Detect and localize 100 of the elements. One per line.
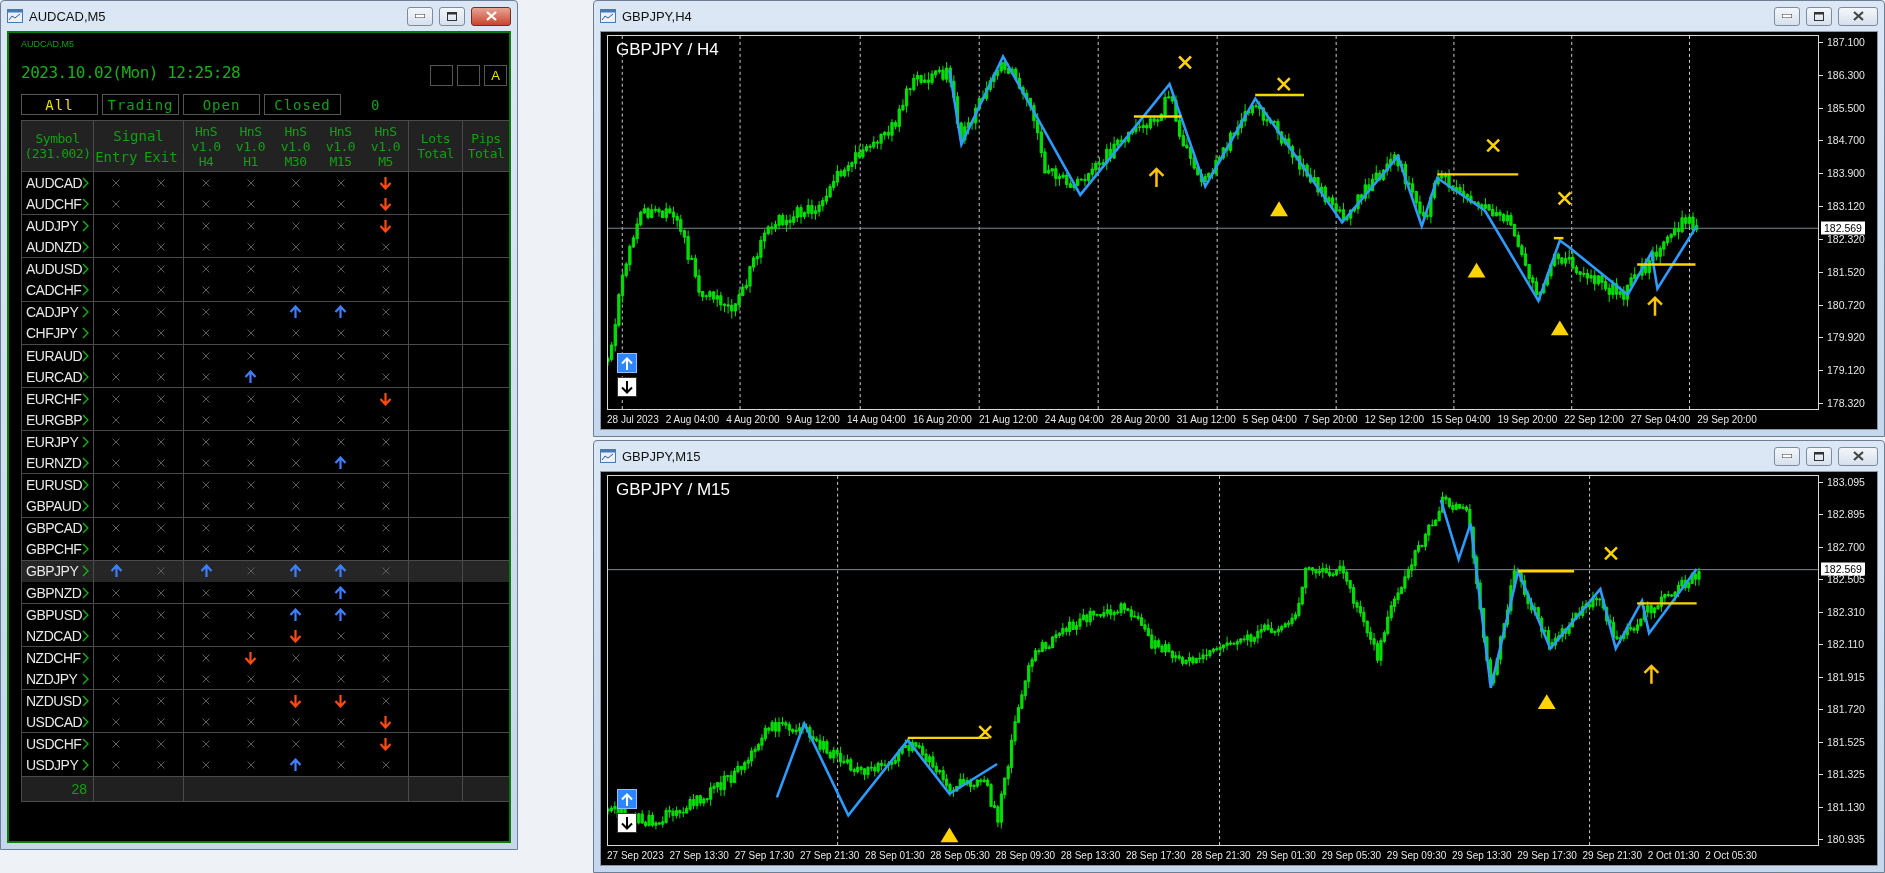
- price-tick-label: 184.700: [1819, 133, 1877, 148]
- column-header: HnS v1.0 H1: [228, 121, 273, 172]
- symbol-name: USDCAD: [26, 714, 83, 731]
- close-button[interactable]: [471, 6, 511, 26]
- minimize-button[interactable]: [1774, 446, 1800, 466]
- triangle-marker-icon: [1270, 201, 1288, 217]
- current-price-label: 182.569: [1821, 221, 1865, 235]
- time-tick-label: 28 Sep 01:30: [865, 850, 925, 861]
- minimize-icon: [415, 14, 425, 18]
- time-tick-label: 27 Sep 21:30: [799, 850, 860, 861]
- time-tick-label: 15 Sep 04:00: [1431, 414, 1491, 425]
- chart-window-icon: [7, 9, 23, 23]
- time-tick-label: 29 Sep 01:30: [1256, 850, 1316, 861]
- symbol-name: EURNZD: [26, 455, 82, 471]
- symbol-cell[interactable]: GBPJPY: [22, 560, 93, 583]
- chevron-icon: [82, 435, 89, 448]
- time-tick-label: 29 Sep 21:30: [1582, 850, 1642, 861]
- symbol-name: USDCHF: [26, 736, 82, 753]
- cross-marker-icon: [1276, 76, 1291, 92]
- chevron-icon: [82, 522, 89, 535]
- chevron-icon: [82, 306, 89, 319]
- minimize-icon: [1782, 454, 1792, 458]
- time-tick-label: 28 Sep 21:30: [1191, 850, 1251, 861]
- cross-marker-icon: [977, 724, 993, 740]
- sell-button[interactable]: [617, 813, 637, 833]
- price-tick-label: 183.900: [1819, 166, 1877, 181]
- price-tick-label: 181.325: [1819, 767, 1877, 782]
- sell-button[interactable]: [617, 377, 637, 397]
- time-tick-label: 28 Sep 09:30: [995, 850, 1056, 861]
- minimize-button[interactable]: [1774, 6, 1800, 26]
- chevron-icon: [82, 500, 89, 513]
- time-tick-label: 29 Sep 20:00: [1697, 414, 1757, 425]
- price-tick-label: 179.920: [1819, 330, 1877, 345]
- chevron-icon: [82, 738, 89, 751]
- symbol-name: AUDJPY: [26, 218, 79, 234]
- filter-tab[interactable]: Open: [183, 94, 260, 115]
- close-button[interactable]: [1838, 446, 1878, 466]
- time-tick-label: 2 Oct 01:30: [1647, 850, 1700, 861]
- symbol-name: EURJPY: [26, 433, 79, 450]
- restore-button[interactable]: [1806, 6, 1832, 26]
- column-title: Signal: [113, 126, 164, 144]
- filter-tab[interactable]: Trading: [102, 94, 179, 115]
- time-tick-label: 2 Aug 04:00: [665, 414, 720, 425]
- symbol-name: AUDCHF: [26, 195, 82, 212]
- minimize-button[interactable]: [407, 6, 433, 26]
- symbol-name: AUDUSD: [26, 261, 83, 278]
- time-tick-label: 22 Sep 12:00: [1564, 414, 1624, 425]
- mode-button[interactable]: A: [484, 65, 507, 86]
- up-arrow-marker-icon: [1646, 296, 1664, 317]
- price-tick-label: 178.320: [1819, 395, 1877, 410]
- time-tick-label: 27 Sep 04:00: [1630, 414, 1691, 425]
- chevron-icon: [82, 651, 89, 664]
- symbol-name: AUDNZD: [26, 239, 82, 256]
- time-tick-label: 5 Sep 04:00: [1242, 414, 1297, 425]
- chart-label: AUDCAD,M5: [21, 39, 74, 49]
- cross-marker-icon: [1557, 191, 1572, 206]
- symbol-name: EURGBP: [26, 411, 83, 428]
- price-tick-label: 181.525: [1819, 734, 1877, 749]
- chart-window-icon: [600, 9, 616, 23]
- triangle-marker-icon: [1550, 320, 1569, 336]
- close-button[interactable]: [1838, 6, 1878, 26]
- chevron-icon: [82, 284, 89, 297]
- symbol-name: GBPUSD: [26, 606, 83, 623]
- level-line: [1255, 93, 1304, 97]
- price-tick-label: 181.915: [1819, 669, 1877, 684]
- mode-button[interactable]: [430, 65, 453, 86]
- time-tick-label: 16 Aug 20:00: [912, 414, 972, 425]
- column-subtitle: Entry: [95, 148, 138, 167]
- price-tick-label: 181.130: [1819, 799, 1877, 814]
- time-tick-label: 28 Aug 20:00: [1110, 414, 1170, 425]
- symbol-name: NZDJPY: [26, 670, 78, 687]
- filter-tab[interactable]: Closed: [264, 94, 341, 115]
- triangle-marker-icon: [1537, 694, 1556, 710]
- current-price-label: 182.569: [1821, 562, 1865, 576]
- down-arrow-icon: [621, 816, 633, 830]
- open-count: 0: [371, 96, 380, 113]
- column-header: Symbol (231.002): [22, 121, 93, 172]
- restore-button[interactable]: [439, 6, 465, 26]
- price-tick-label: 183.120: [1819, 199, 1877, 214]
- time-tick-label: 29 Sep 09:30: [1386, 850, 1447, 861]
- chevron-icon: [82, 392, 89, 405]
- column-header: Pips Total: [462, 121, 509, 172]
- symbol-name: EURCAD: [26, 368, 83, 385]
- chart-title: GBPJPY / H4: [616, 40, 719, 60]
- price-tick-label: 187.100: [1819, 35, 1877, 49]
- up-arrow-marker-icon: [1643, 664, 1660, 685]
- level-line: [1553, 236, 1564, 240]
- level-line: [1637, 263, 1696, 266]
- mode-button[interactable]: [457, 65, 480, 86]
- time-tick-label: 28 Sep 17:30: [1125, 850, 1186, 861]
- chevron-icon: [82, 220, 89, 232]
- restore-icon: [1814, 11, 1824, 21]
- minimize-icon: [1782, 14, 1792, 18]
- price-tick-label: 182.895: [1819, 507, 1877, 522]
- time-tick-label: 7 Sep 20:00: [1303, 414, 1358, 425]
- restore-button[interactable]: [1806, 446, 1832, 466]
- price-tick-label: 180.935: [1819, 832, 1877, 846]
- filter-tab[interactable]: All: [21, 94, 98, 115]
- symbol-name: CADJPY: [26, 304, 79, 321]
- column-header: HnS v1.0 M15: [318, 121, 363, 172]
